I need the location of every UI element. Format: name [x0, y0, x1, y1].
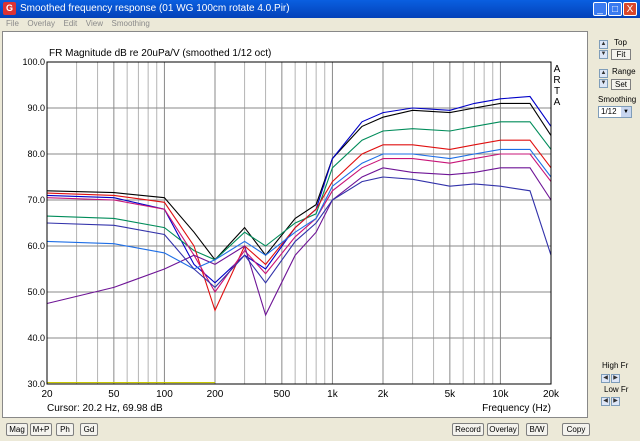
chart-title: FR Magnitude dB re 20uPa/V (smoothed 1/1… — [49, 48, 271, 59]
y-tick-label: 70.0 — [27, 195, 45, 205]
set-button[interactable]: Set — [611, 79, 631, 90]
copy-button[interactable]: Copy — [562, 423, 590, 436]
x-tick-labels: 20 50 100 200 500 1k 2k 5k 10k 20k — [41, 389, 560, 400]
x-tick-label: 500 — [274, 389, 291, 400]
frequency-response-graph[interactable]: FR Magnitude dB re 20uPa/V (smoothed 1/1… — [2, 31, 588, 418]
plot-frame — [46, 61, 552, 385]
grid — [46, 61, 552, 385]
mag-phase-button[interactable]: M+P — [30, 423, 52, 436]
window-title: Smoothed frequency response (01 WG 100cm… — [20, 3, 290, 14]
mag-button[interactable]: Mag — [6, 423, 28, 436]
top-up-arrow[interactable]: ▲ — [599, 40, 608, 49]
x-tick-label: 20 — [41, 389, 53, 400]
series-line — [46, 102, 552, 261]
menu-edit[interactable]: Edit — [63, 18, 77, 30]
overlay-button[interactable]: Overlay — [487, 423, 519, 436]
high-fr-right-arrow[interactable]: ▶ — [611, 374, 620, 383]
y-tick-labels: 30.0 40.0 50.0 60.0 70.0 80.0 90.0 100.0 — [22, 57, 45, 389]
menu-file[interactable]: File — [6, 18, 19, 30]
x-tick-label: 50 — [108, 389, 120, 400]
fit-button[interactable]: Fit — [611, 49, 631, 60]
series-line — [46, 167, 552, 317]
menu-view[interactable]: View — [86, 18, 103, 30]
series-line — [46, 139, 552, 312]
menu-smoothing[interactable]: Smoothing — [112, 18, 150, 30]
brand-letter: A — [554, 64, 561, 75]
maximize-button[interactable]: □ — [608, 2, 622, 16]
low-fr-right-arrow[interactable]: ▶ — [611, 397, 620, 406]
menu-overlay[interactable]: Overlay — [27, 18, 55, 30]
phase-button[interactable]: Ph — [56, 423, 74, 436]
y-tick-label: 80.0 — [27, 149, 45, 159]
brand-letter: R — [553, 75, 560, 86]
minimize-button[interactable]: _ — [593, 2, 607, 16]
high-fr-left-arrow[interactable]: ◀ — [601, 374, 610, 383]
side-panel: ▲ Top ▼ Fit ▲ Range ▼ Set Smoothing 1/12… — [590, 31, 640, 418]
y-tick-label: 50.0 — [27, 287, 45, 297]
bw-button[interactable]: B/W — [526, 423, 548, 436]
x-tick-label: 100 — [156, 389, 173, 400]
top-down-arrow[interactable]: ▼ — [599, 50, 608, 59]
series-layer — [46, 95, 552, 384]
arta-brand: ARTA — [553, 64, 560, 108]
y-tick-label: 30.0 — [27, 379, 45, 389]
brand-letter: T — [554, 86, 560, 97]
x-tick-label: 10k — [492, 389, 509, 400]
brand-letter: A — [554, 97, 561, 108]
group-delay-button[interactable]: Gd — [80, 423, 98, 436]
series-line — [46, 153, 552, 294]
chevron-down-icon: ▼ — [621, 107, 631, 117]
title-bar: G Smoothed frequency response (01 WG 100… — [0, 0, 640, 18]
arta-app-icon[interactable]: G — [3, 2, 16, 15]
low-fr-label: Low Fr — [604, 385, 629, 394]
cursor-readout: Cursor: 20.2 Hz, 69.98 dB — [47, 403, 163, 414]
low-fr-left-arrow[interactable]: ◀ — [601, 397, 610, 406]
x-tick-label: 5k — [445, 389, 457, 400]
y-tick-label: 60.0 — [27, 241, 45, 251]
smoothing-select[interactable]: 1/12 ▼ — [598, 106, 632, 118]
menu-bar: File Overlay Edit View Smoothing — [0, 18, 640, 30]
close-button[interactable]: X — [623, 2, 637, 16]
x-axis-label: Frequency (Hz) — [482, 403, 551, 414]
high-fr-label: High Fr — [602, 361, 629, 370]
range-down-arrow[interactable]: ▼ — [599, 79, 608, 88]
chart-svg: FR Magnitude dB re 20uPa/V (smoothed 1/1… — [22, 48, 560, 414]
record-button[interactable]: Record — [452, 423, 484, 436]
series-line — [46, 121, 552, 261]
series-line — [46, 95, 552, 284]
x-tick-label: 1k — [327, 389, 339, 400]
top-label: Top — [614, 38, 627, 47]
y-tick-label: 90.0 — [27, 103, 45, 113]
y-tick-label: 100.0 — [22, 57, 45, 67]
y-tick-label: 40.0 — [27, 333, 45, 343]
smoothing-label: Smoothing — [598, 95, 637, 104]
bottom-toolbar: Mag M+P Ph Gd Record Overlay B/W Copy — [0, 419, 640, 441]
range-label: Range — [612, 67, 636, 76]
x-tick-label: 200 — [207, 389, 224, 400]
x-tick-label: 2k — [378, 389, 390, 400]
range-up-arrow[interactable]: ▲ — [599, 69, 608, 78]
x-tick-label: 20k — [543, 389, 560, 400]
smoothing-value: 1/12 — [601, 107, 617, 116]
